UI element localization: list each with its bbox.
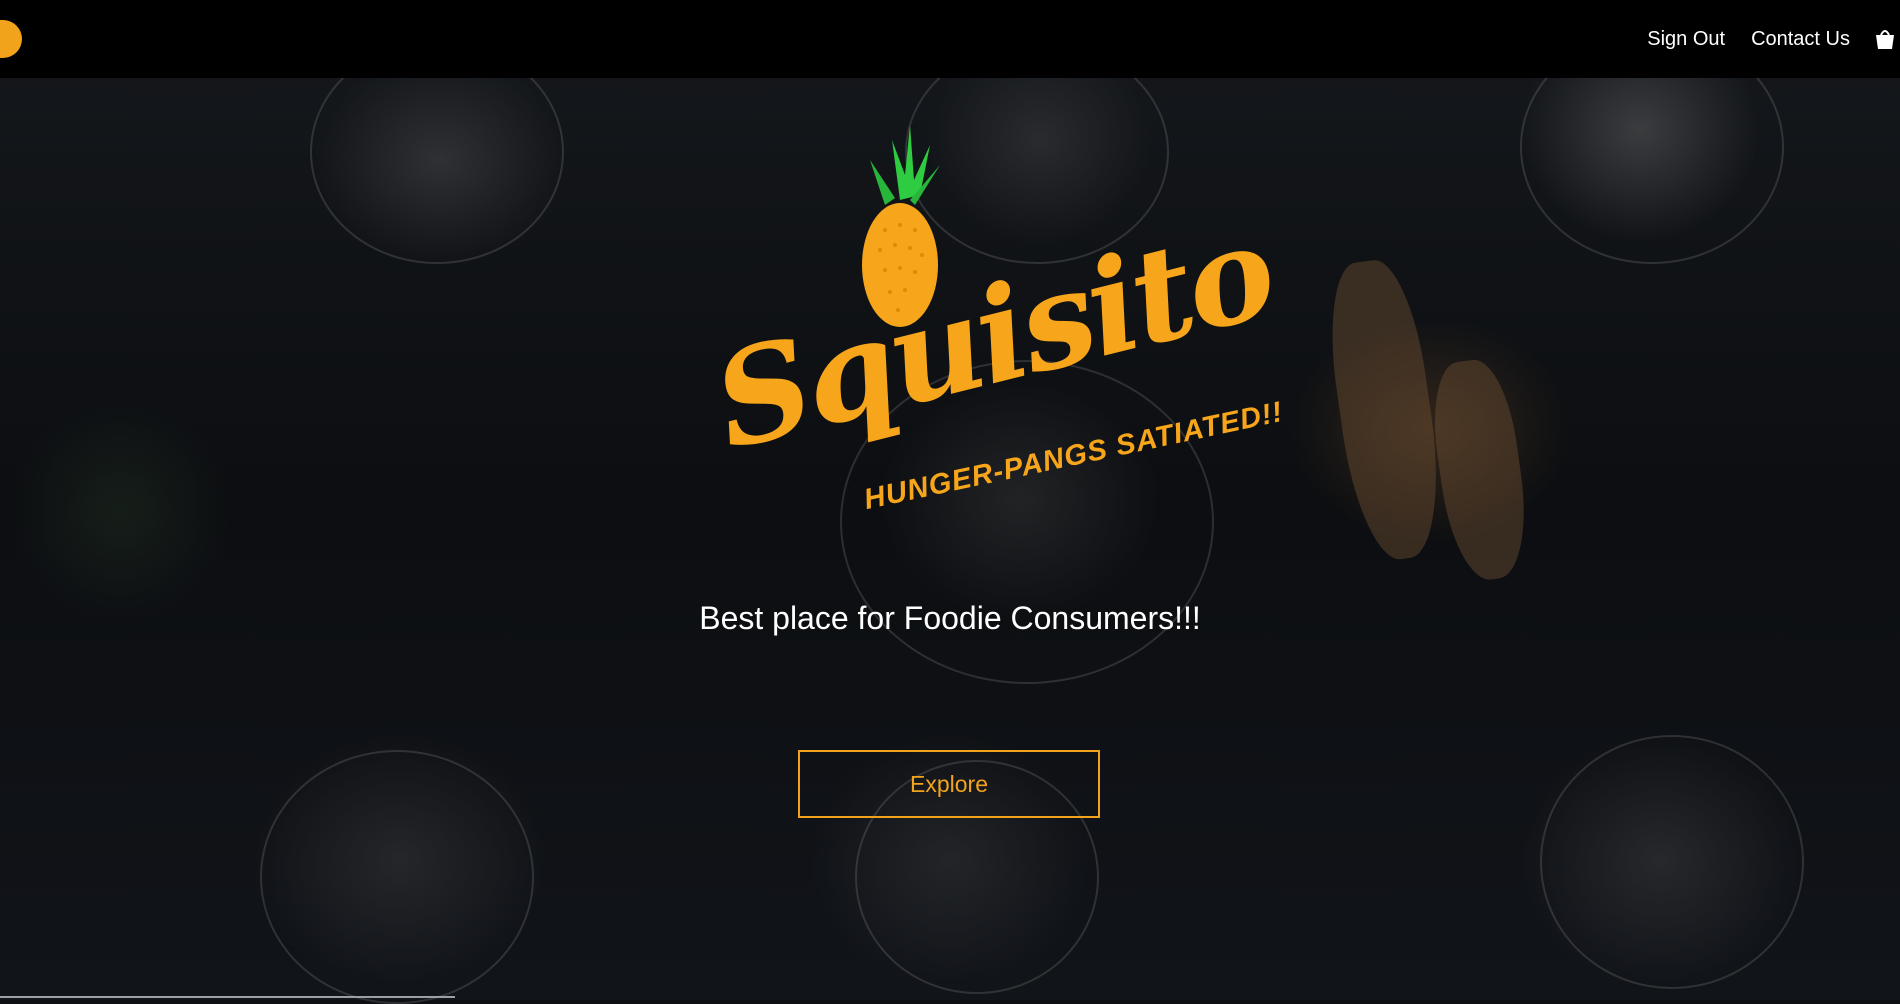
hero-subtitle: Best place for Foodie Consumers!!!	[699, 600, 1201, 636]
top-navbar: Sign Out Contact Us	[0, 0, 1900, 78]
nav-links: Sign Out Contact Us	[1647, 26, 1900, 52]
bread-decoration	[1319, 255, 1451, 565]
bread-decoration	[1425, 355, 1535, 585]
plate-decoration	[260, 750, 534, 1004]
plate-decoration	[1540, 735, 1804, 989]
contact-us-link[interactable]: Contact Us	[1751, 28, 1850, 51]
scroll-indicator	[0, 996, 455, 998]
sign-out-link[interactable]: Sign Out	[1647, 28, 1725, 51]
brand-logo-icon[interactable]	[0, 20, 22, 58]
cart-icon[interactable]	[1876, 26, 1894, 52]
explore-button[interactable]: Explore	[798, 750, 1100, 818]
squisito-logo: Squisito HUNGER-PANGS SATIATED!!	[700, 120, 1286, 540]
